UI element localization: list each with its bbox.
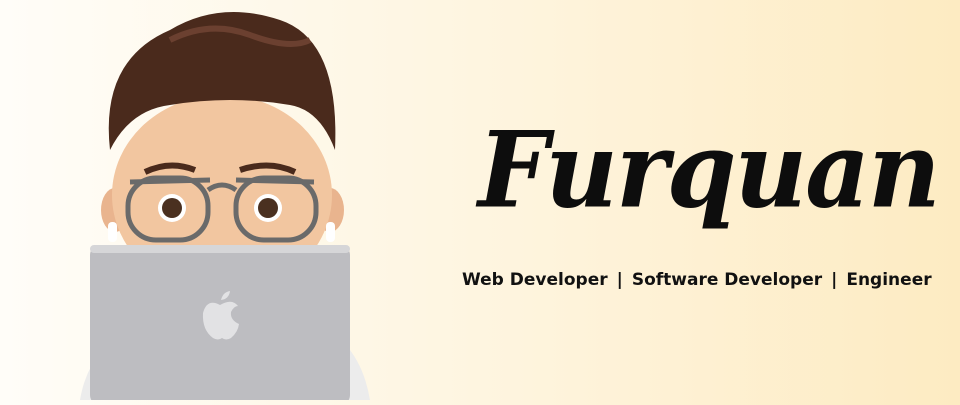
tagline-separator: | bbox=[616, 270, 623, 290]
brand-logo: Furquan bbox=[478, 108, 941, 232]
tagline-web-developer: Web Developer bbox=[462, 270, 608, 290]
tagline-separator: | bbox=[831, 270, 838, 290]
tagline: Web Developer | Software Developer | Enginee… bbox=[462, 270, 932, 290]
tagline-software-developer: Software Developer bbox=[631, 270, 823, 290]
tagline-engineer: Engineer bbox=[846, 270, 932, 290]
avatar-illustration bbox=[60, 0, 390, 405]
